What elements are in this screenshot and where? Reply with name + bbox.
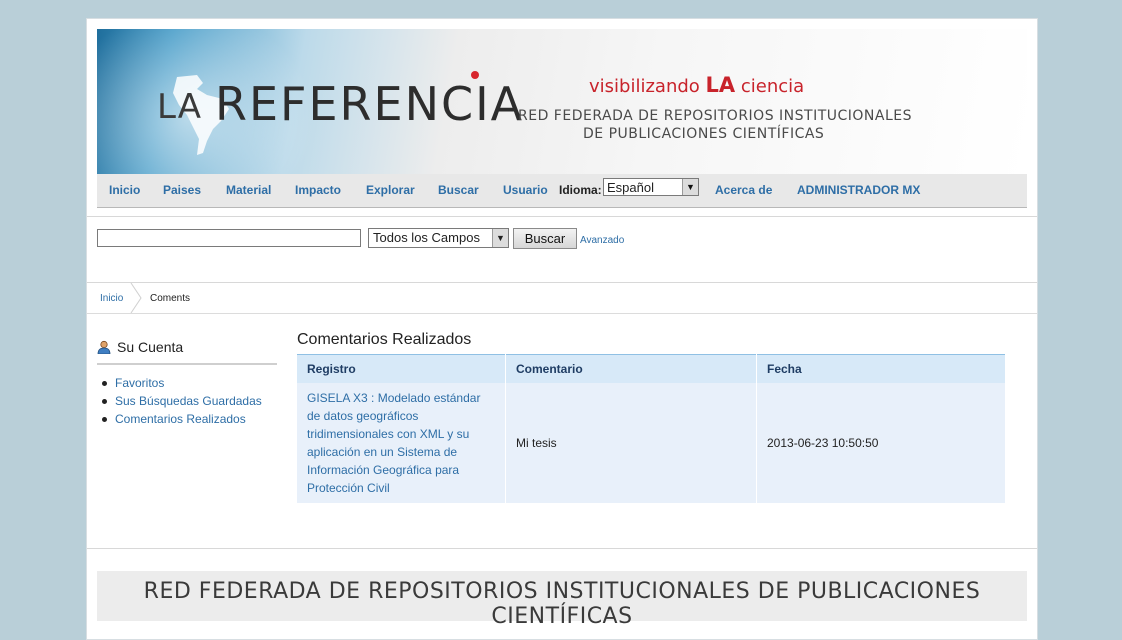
- language-select-value: Español: [607, 180, 654, 195]
- divider: [87, 548, 1037, 549]
- chevron-down-icon: ▼: [682, 179, 698, 195]
- page-title: Comentarios Realizados: [297, 331, 472, 348]
- account-title: Su Cuenta: [97, 339, 183, 355]
- account-item-busquedas[interactable]: Sus Búsquedas Guardadas: [97, 392, 277, 410]
- nav-item-admin[interactable]: ADMINISTRADOR MX: [797, 183, 920, 197]
- advanced-search-link[interactable]: Avanzado: [580, 235, 624, 246]
- account-item-favoritos[interactable]: Favoritos: [97, 374, 277, 392]
- tagline: visibilizando LA ciencia: [589, 73, 805, 97]
- account-item-comentarios[interactable]: Comentarios Realizados: [97, 410, 277, 428]
- nav-item-inicio[interactable]: Inicio: [109, 183, 140, 197]
- language-select[interactable]: Español ▼: [603, 178, 699, 196]
- header-banner: LA REFERENCIA visibilizando LA ciencia R…: [97, 29, 1027, 174]
- breadcrumb: Inicio Coments: [87, 283, 1037, 314]
- main-nav: Inicio Paises Material Impacto Explorar …: [97, 174, 1027, 208]
- nav-item-material[interactable]: Material: [226, 183, 271, 197]
- divider: [87, 216, 1037, 217]
- nav-item-impacto[interactable]: Impacto: [295, 183, 341, 197]
- fecha-cell: 2013-06-23 10:50:50: [756, 383, 1006, 503]
- account-title-label: Su Cuenta: [117, 339, 184, 355]
- column-header-comentario: Comentario: [505, 354, 757, 383]
- banner-subtitle-line2: DE PUBLICACIONES CIENTÍFICAS: [583, 126, 825, 142]
- idioma-label: Idioma:: [559, 183, 602, 197]
- nav-item-explorar[interactable]: Explorar: [366, 183, 415, 197]
- comentario-cell: Mi tesis: [505, 383, 757, 503]
- table-row: GISELA X3 : Modelado estándar de datos g…: [297, 383, 1006, 503]
- logo-red-dot: [471, 71, 479, 79]
- column-header-registro: Registro: [297, 354, 506, 383]
- nav-item-paises[interactable]: Paises: [163, 183, 201, 197]
- search-input[interactable]: [97, 229, 361, 247]
- search-field-select[interactable]: Todos los Campos ▼: [368, 228, 509, 248]
- logo-referencia-text: REFERENCIA: [215, 77, 525, 131]
- divider: [97, 363, 277, 365]
- breadcrumb-current: Coments: [150, 293, 191, 304]
- breadcrumb-home[interactable]: Inicio: [100, 293, 123, 304]
- nav-item-usuario[interactable]: Usuario: [503, 183, 548, 197]
- breadcrumb-separator-icon: [130, 283, 142, 313]
- nav-item-buscar[interactable]: Buscar: [438, 183, 479, 197]
- chevron-down-icon: ▼: [492, 229, 508, 247]
- registro-link[interactable]: GISELA X3 : Modelado estándar de datos g…: [297, 383, 506, 503]
- account-menu: Favoritos Sus Búsquedas Guardadas Coment…: [97, 374, 277, 428]
- nav-item-acerca[interactable]: Acerca de: [715, 183, 772, 197]
- comments-table: Registro Comentario Fecha GISELA X3 : Mo…: [297, 354, 1006, 503]
- column-header-fecha: Fecha: [756, 354, 1006, 383]
- logo-la-text: LA: [157, 87, 202, 127]
- search-button[interactable]: Buscar: [513, 228, 577, 249]
- user-icon: [97, 340, 111, 354]
- page-container: LA REFERENCIA visibilizando LA ciencia R…: [86, 18, 1038, 640]
- search-field-value: Todos los Campos: [373, 230, 480, 245]
- footer-text: RED FEDERADA DE REPOSITORIOS INSTITUCION…: [143, 579, 981, 629]
- banner-subtitle-line1: RED FEDERADA DE REPOSITORIOS INSTITUCION…: [518, 108, 913, 124]
